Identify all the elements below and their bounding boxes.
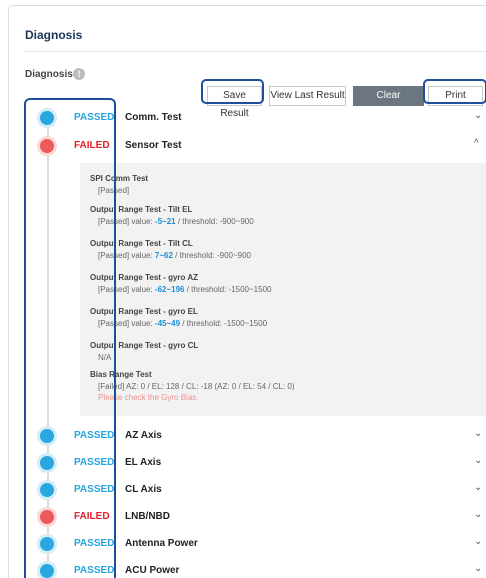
chevron-down-icon[interactable]: ⌄ — [474, 536, 482, 547]
status-column-highlight — [24, 98, 116, 578]
chevron-down-icon[interactable]: ⌄ — [474, 455, 482, 466]
sensor-test-details: SPI Comm Test [Passed] Output Range Test… — [80, 163, 486, 416]
detail-result: [Failed] AZ: 0 / EL: 128 / CL: -18 (AZ: … — [98, 382, 295, 391]
chevron-up-icon[interactable]: ^ — [474, 138, 479, 149]
detail-result: [Passed] value: -45~49 / threshold: -150… — [98, 319, 268, 328]
detail-result: [Passed] value: 7~62 / threshold: -900~9… — [98, 251, 252, 260]
chevron-down-icon[interactable]: ⌄ — [474, 428, 482, 439]
detail-result: [Passed] value: -62~196 / threshold: -15… — [98, 285, 272, 294]
page-title: Diagnosis — [25, 28, 83, 42]
chevron-down-icon[interactable]: ⌄ — [474, 110, 482, 121]
item-name: Comm. Test — [125, 112, 182, 123]
divider — [24, 51, 486, 52]
item-name: CL Axis — [125, 484, 162, 495]
item-name: LNB/NBD — [125, 511, 170, 522]
chevron-down-icon[interactable]: ⌄ — [474, 509, 482, 520]
view-last-result-button[interactable]: View Last Result — [269, 86, 346, 106]
item-name: Sensor Test — [125, 140, 182, 151]
item-name: ACU Power — [125, 565, 180, 576]
save-result-highlight — [201, 79, 264, 104]
item-name: EL Axis — [125, 457, 162, 468]
chevron-down-icon[interactable]: ⌄ — [474, 563, 482, 574]
detail-result: [Passed] value: -5~21 / threshold: -900~… — [98, 217, 254, 226]
item-name: Antenna Power — [125, 538, 198, 549]
print-highlight — [423, 79, 486, 104]
clear-diagnosis-button[interactable]: Clear Diagnosis — [353, 86, 424, 119]
info-icon[interactable]: ! — [73, 68, 85, 80]
chevron-down-icon[interactable]: ⌄ — [474, 482, 482, 493]
section-label: Diagnosis — [25, 69, 73, 80]
diagnosis-card: Diagnosis Diagnosis ! Save Result View L… — [8, 5, 486, 578]
item-name: AZ Axis — [125, 430, 162, 441]
